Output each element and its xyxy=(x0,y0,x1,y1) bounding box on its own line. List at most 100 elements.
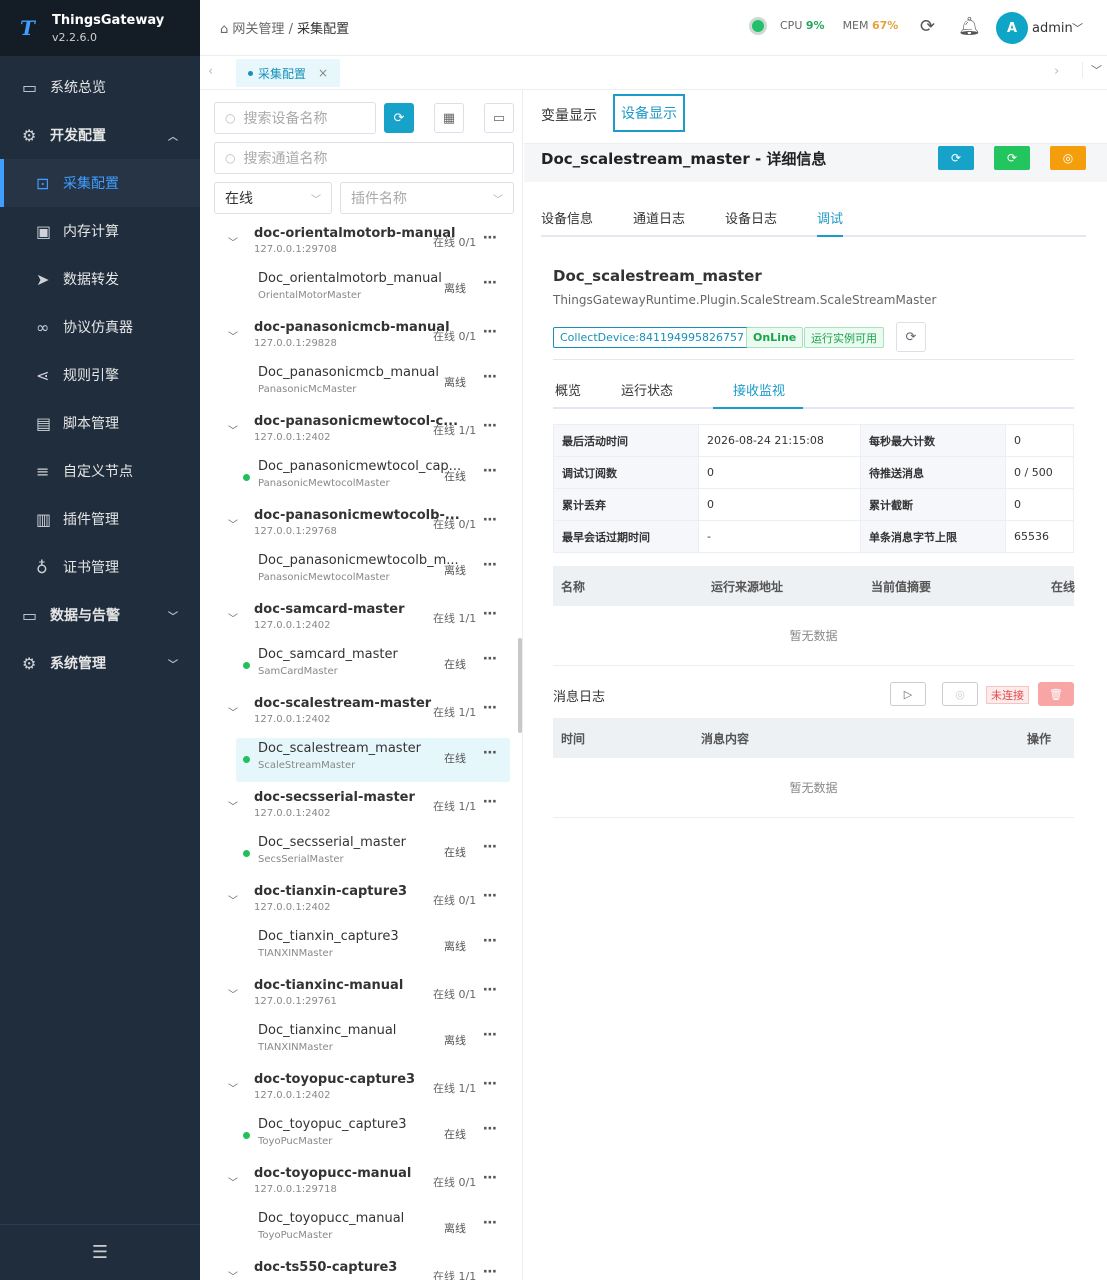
tab-receive-monitor[interactable]: 接收监视 xyxy=(713,380,803,409)
nav-collect[interactable]: ⊡ 采集配置 xyxy=(0,159,200,207)
nav-rules[interactable]: ⋖ 规则引擎 xyxy=(0,351,200,399)
avatar[interactable]: A xyxy=(996,12,1028,44)
chevron-down-icon[interactable]: ﹀ xyxy=(228,986,238,1001)
more-icon[interactable]: ⋯ xyxy=(483,651,497,667)
tab-variable-view[interactable]: 变量显示 xyxy=(541,105,597,125)
more-icon[interactable]: ⋯ xyxy=(483,557,497,573)
channel-group[interactable]: ﹀ doc-tianxinc-manual 127.0.0.1:29761 在线 0/… xyxy=(200,974,516,1021)
subtab-device-info[interactable]: 设备信息 xyxy=(541,208,593,227)
plugin-select[interactable]: 插件名称 ﹀ xyxy=(340,182,514,214)
device-item[interactable]: Doc_panasonicmewtocol_cap... PanasonicMew… xyxy=(236,456,510,500)
device-item[interactable]: Doc_tianxin_capture3 TIANXINMaster 离线 ⋯ xyxy=(236,926,510,970)
chevron-down-icon[interactable]: ﹀ xyxy=(228,1268,238,1280)
more-icon[interactable]: ⋯ xyxy=(483,794,497,810)
more-icon[interactable]: ⋯ xyxy=(483,512,497,528)
channel-group[interactable]: ﹀ doc-samcard-master 127.0.0.1:2402 在线 1/1 ⋯ xyxy=(200,598,516,645)
tab-collect-config[interactable]: 采集配置 × xyxy=(236,59,340,87)
subtab-channel-log[interactable]: 通道日志 xyxy=(633,208,685,227)
tab-overview[interactable]: 概览 xyxy=(555,380,581,399)
nav-forward[interactable]: ➤ 数据转发 xyxy=(0,255,200,303)
more-icon[interactable]: ⋯ xyxy=(483,839,497,855)
chevron-down-icon[interactable]: ﹀ xyxy=(228,422,238,437)
channel-group[interactable]: ﹀ doc-toyopuc-capture3 127.0.0.1:2402 在线 1/… xyxy=(200,1068,516,1115)
view-toggle-button[interactable]: ▭ xyxy=(484,103,514,133)
chevron-down-icon[interactable]: ﹀ xyxy=(228,798,238,813)
device-item[interactable]: Doc_scalestream_master ScaleStreamMaster 在… xyxy=(236,738,510,782)
device-item[interactable]: Doc_orientalmotorb_manual OrientalMotorMa… xyxy=(236,268,510,312)
more-icon[interactable]: ⋯ xyxy=(483,369,497,385)
chevron-down-icon[interactable]: ﹀ xyxy=(228,610,238,625)
channel-group[interactable]: ﹀ doc-toyopucc-manual 127.0.0.1:29718 在线 0/… xyxy=(200,1162,516,1209)
device-search-input[interactable]: ○ 搜索设备名称 xyxy=(214,102,376,134)
pause-button[interactable]: ◎ xyxy=(942,682,978,706)
chevron-down-icon[interactable]: ﹀ xyxy=(228,328,238,343)
nav-overview[interactable]: ▭ 系统总览 xyxy=(0,63,200,111)
more-icon[interactable]: ⋯ xyxy=(483,1170,497,1186)
chevron-down-icon[interactable]: ﹀ xyxy=(1072,20,1083,36)
more-icon[interactable]: ⋯ xyxy=(483,275,497,291)
more-icon[interactable]: ⋯ xyxy=(483,888,497,904)
user-name[interactable]: admin xyxy=(1032,21,1073,36)
chevron-down-icon[interactable]: ﹀ xyxy=(228,704,238,719)
device-item[interactable]: Doc_toyopucc_manual ToyoPucMaster 离线 ⋯ xyxy=(236,1208,510,1252)
device-item[interactable]: Doc_panasonicmewtocolb_m... PanasonicMewt… xyxy=(236,550,510,594)
refresh-status-button[interactable]: ⟳ xyxy=(896,322,926,352)
subtab-device-log[interactable]: 设备日志 xyxy=(725,208,777,227)
nav-dataalarm[interactable]: ▭ 数据与告警 ﹀ xyxy=(0,591,200,639)
chevron-left-icon[interactable]: ‹ xyxy=(208,64,213,79)
chevron-right-icon[interactable]: › xyxy=(1054,64,1059,79)
channel-group[interactable]: ﹀ doc-ts550-capture3 在线 1/1 ⋯ xyxy=(200,1256,516,1280)
channel-group[interactable]: ﹀ doc-secsserial-master 127.0.0.1:2402 在线 1… xyxy=(200,786,516,833)
device-item[interactable]: Doc_panasonicmcb_manual PanasonicMcMaster… xyxy=(236,362,510,406)
collapse-sidebar-button[interactable]: ☰ xyxy=(0,1224,200,1280)
nav-sysmgmt[interactable]: ⚙ 系统管理 ﹀ xyxy=(0,639,200,687)
breadcrumb-root[interactable]: 网关管理 xyxy=(232,22,284,37)
more-icon[interactable]: ⋯ xyxy=(483,230,497,246)
channel-group[interactable]: ﹀ doc-orientalmotorb-manual 127.0.0.1:2970… xyxy=(200,222,516,269)
channel-search-input[interactable]: ○ 搜索通道名称 xyxy=(214,142,514,174)
more-icon[interactable]: ⋯ xyxy=(483,418,497,434)
chevron-down-icon[interactable]: ﹀ xyxy=(228,1080,238,1095)
channel-group[interactable]: ﹀ doc-panasonicmewtocolb-... 127.0.0.1:297… xyxy=(200,504,516,551)
more-icon[interactable]: ⋯ xyxy=(483,1215,497,1231)
play-button[interactable]: ▷ xyxy=(890,682,926,706)
refresh-icon[interactable]: ⟳ xyxy=(920,16,935,37)
nav-simulator[interactable]: ∞ 协议仿真器 xyxy=(0,303,200,351)
more-icon[interactable]: ⋯ xyxy=(483,1027,497,1043)
more-icon[interactable]: ⋯ xyxy=(483,745,497,761)
channel-group[interactable]: ﹀ doc-tianxin-capture3 127.0.0.1:2402 在线 0/… xyxy=(200,880,516,927)
more-icon[interactable]: ⋯ xyxy=(483,982,497,998)
scrollbar[interactable] xyxy=(518,638,522,733)
export-button[interactable]: ▦ xyxy=(434,103,464,133)
tab-device-view[interactable]: 设备显示 xyxy=(613,94,685,132)
tab-runtime-state[interactable]: 运行状态 xyxy=(621,380,673,399)
tabs-menu-chevron-icon[interactable]: ﹀ xyxy=(1082,62,1102,78)
chevron-down-icon[interactable]: ﹀ xyxy=(228,892,238,907)
stop-button[interactable]: ◎ xyxy=(1050,146,1086,170)
more-icon[interactable]: ⋯ xyxy=(483,933,497,949)
more-icon[interactable]: ⋯ xyxy=(483,1076,497,1092)
chevron-down-icon[interactable]: ﹀ xyxy=(228,1174,238,1189)
bell-icon[interactable]: 🔔︎ xyxy=(958,16,981,37)
clear-log-button[interactable]: 🗑︎ xyxy=(1038,682,1074,706)
device-item[interactable]: Doc_secsserial_master SecsSerialMaster 在线 ⋯ xyxy=(236,832,510,876)
more-icon[interactable]: ⋯ xyxy=(483,324,497,340)
more-icon[interactable]: ⋯ xyxy=(483,606,497,622)
channel-group[interactable]: ﹀ doc-panasonicmcb-manual 127.0.0.1:29828 在… xyxy=(200,316,516,363)
nav-certs[interactable]: ♁ 证书管理 xyxy=(0,543,200,591)
device-item[interactable]: Doc_samcard_master SamCardMaster 在线 ⋯ xyxy=(236,644,510,688)
channel-group[interactable]: ﹀ doc-panasonicmewtocol-c... 127.0.0.1:240… xyxy=(200,410,516,457)
nav-memcalc[interactable]: ▣ 内存计算 xyxy=(0,207,200,255)
chevron-down-icon[interactable]: ﹀ xyxy=(228,516,238,531)
nav-plugins[interactable]: ▥ 插件管理 xyxy=(0,495,200,543)
close-icon[interactable]: × xyxy=(318,66,328,80)
more-icon[interactable]: ⋯ xyxy=(483,463,497,479)
more-icon[interactable]: ⋯ xyxy=(483,700,497,716)
more-icon[interactable]: ⋯ xyxy=(483,1121,497,1137)
refresh-detail-button[interactable]: ⟳ xyxy=(938,146,974,170)
device-item[interactable]: Doc_tianxinc_manual TIANXINMaster 离线 ⋯ xyxy=(236,1020,510,1064)
channel-group[interactable]: ﹀ doc-scalestream-master 127.0.0.1:2402 在线 … xyxy=(200,692,516,739)
nav-scripts[interactable]: ▤ 脚本管理 xyxy=(0,399,200,447)
device-item[interactable]: Doc_toyopuc_capture3 ToyoPucMaster 在线 ⋯ xyxy=(236,1114,510,1158)
status-select[interactable]: 在线 ﹀ xyxy=(214,182,332,214)
